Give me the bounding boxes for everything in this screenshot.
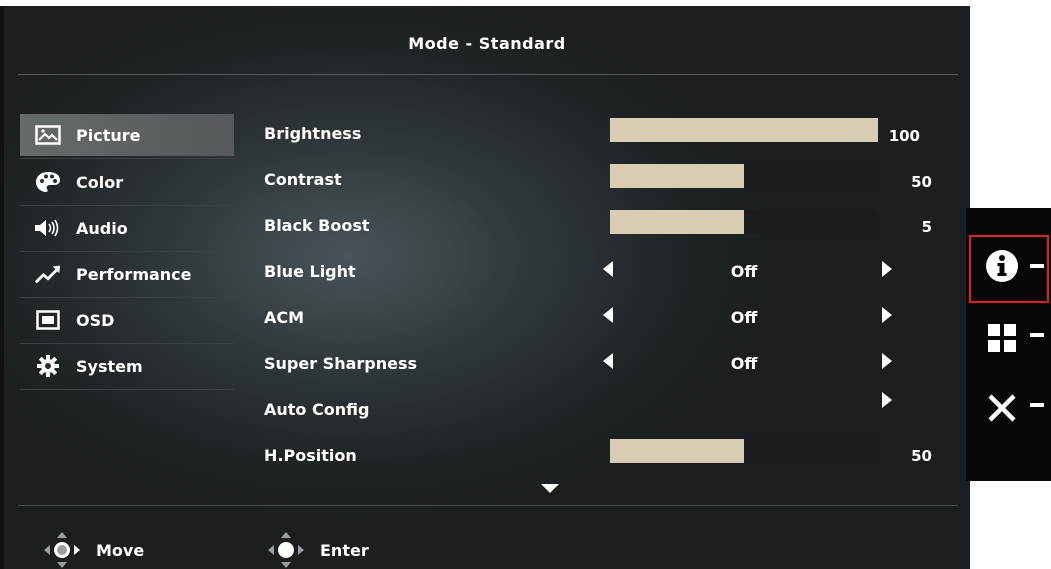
move-hint: Move [42,530,144,569]
black-boost-slider[interactable] [610,210,878,234]
brightness-slider[interactable] [610,118,878,142]
mode-title: Mode - Standard [4,34,970,53]
super-sharpness-value: Off [730,354,758,373]
black-boost-value: 5 [921,218,932,236]
sidebar-item-label: OSD [76,310,115,330]
move-hint-label: Move [96,540,145,560]
sidebar-divider [20,297,234,298]
speaker-icon [34,216,62,240]
close-icon[interactable] [982,388,1022,428]
contrast-slider-fill [610,164,744,188]
picture-icon [34,123,62,147]
monitor-osd-menu: Mode - Standard Picture Color Audio Perf… [0,6,970,569]
h-position-slider[interactable] [610,439,878,463]
super-sharpness-next-arrow[interactable] [882,353,892,369]
sidebar-item-audio[interactable]: Audio [20,207,234,249]
black-boost-label: Black Boost [264,216,370,235]
joystick-move-icon [42,530,82,569]
auto-config-label[interactable]: Auto Config [264,400,369,419]
mode-title-text: Mode - Standard [408,34,566,53]
info-key-highlight [969,235,1049,303]
menu-grid-icon[interactable] [982,318,1022,358]
sidebar-item-label: System [76,356,143,376]
acm-value: Off [730,308,758,327]
sidebar-divider [20,158,234,159]
sidebar-item-label: Performance [76,264,192,284]
sidebar-item-system[interactable]: System [20,345,234,387]
blue-light-value: Off [730,262,758,281]
footer-divider [18,505,958,506]
sidebar-item-label: Color [76,172,124,192]
sidebar-item-osd[interactable]: OSD [20,299,234,341]
close-key-dash [1030,403,1044,407]
contrast-label: Contrast [264,170,342,189]
brightness-value: 100 [888,127,920,145]
sidebar-divider [20,389,234,390]
blue-light-label: Blue Light [264,262,356,281]
h-position-slider-fill [610,439,744,463]
palette-icon [34,170,62,194]
osd-window-icon [34,308,62,332]
blue-light-prev-arrow[interactable] [603,261,613,277]
black-boost-slider-fill [610,210,744,234]
acm-next-arrow[interactable] [882,307,892,323]
sidebar-item-picture[interactable]: Picture [20,114,234,156]
h-position-value: 50 [911,447,932,465]
enter-hint: Enter [266,530,369,569]
gear-icon [34,354,62,378]
contrast-value: 50 [911,173,932,191]
sidebar-item-color[interactable]: Color [20,161,234,203]
scroll-down-arrow[interactable] [541,484,559,493]
header-divider [18,74,958,75]
contrast-slider[interactable] [610,164,878,188]
brightness-slider-fill [610,118,878,142]
enter-hint-label: Enter [320,540,369,560]
acm-prev-arrow[interactable] [603,307,613,323]
sidebar-divider [20,205,234,206]
brightness-label: Brightness [264,124,362,143]
sidebar-item-label: Audio [76,218,128,238]
h-position-label: H.Position [264,446,357,465]
super-sharpness-label: Super Sharpness [264,354,418,373]
sidebar-item-performance[interactable]: Performance [20,253,234,295]
super-sharpness-prev-arrow[interactable] [603,353,613,369]
acm-label: ACM [264,308,305,327]
blue-light-next-arrow[interactable] [882,261,892,277]
sidebar-item-label: Picture [76,125,141,145]
sidebar-divider [20,343,234,344]
trend-arrow-icon [34,262,62,286]
joystick-enter-icon [266,530,306,569]
menu-key-dash [1030,333,1044,337]
auto-config-arrow[interactable] [882,392,892,408]
sidebar-divider [20,251,234,252]
